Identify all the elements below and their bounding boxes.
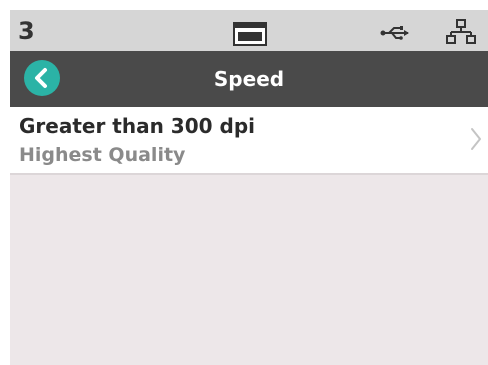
status-bar: 3 <box>10 10 488 51</box>
list-item[interactable]: Greater than 300 dpi Highest Quality <box>10 107 488 175</box>
usb-icon <box>380 25 410 44</box>
page-title: Speed <box>213 67 285 91</box>
back-button[interactable] <box>24 60 60 96</box>
status-number: 3 <box>18 17 35 45</box>
header-bar: Speed <box>10 51 488 107</box>
list-item-title: Greater than 300 dpi <box>19 114 255 138</box>
chevron-left-icon <box>35 68 47 88</box>
chevron-right-icon <box>470 127 482 155</box>
network-icon <box>446 19 476 49</box>
list-item-subtitle: Highest Quality <box>19 144 186 166</box>
device-screen: 3 Speed Greater than 300 dpi Highest Qua… <box>10 10 488 365</box>
window-icon <box>233 22 267 50</box>
